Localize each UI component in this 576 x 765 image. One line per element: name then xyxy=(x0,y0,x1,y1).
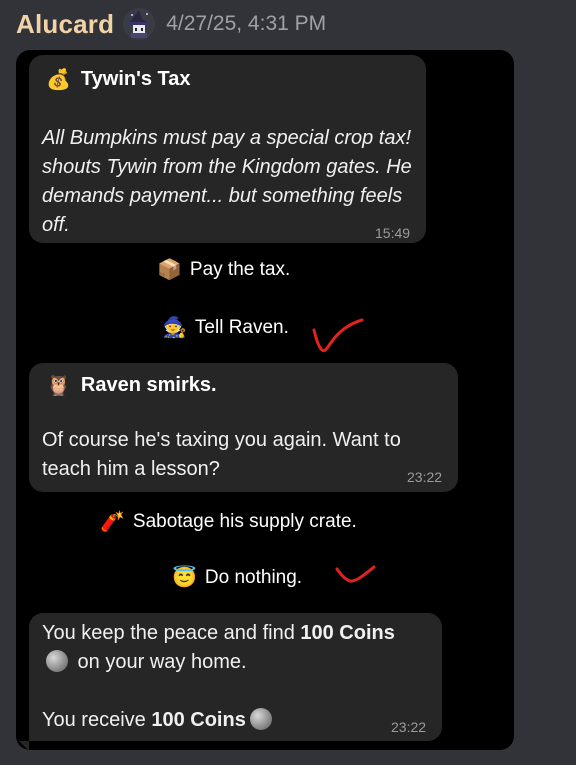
choice-pay-the-tax[interactable]: 📦 Pay the tax. xyxy=(157,257,290,282)
reward-text: You receive xyxy=(42,709,152,731)
checkmark-annotation-icon xyxy=(312,318,364,353)
coins-amount: 100 Coins xyxy=(151,709,246,731)
username[interactable]: Alucard xyxy=(16,9,114,40)
message-body: You keep the peace and find 100 Coins on… xyxy=(42,619,437,735)
message-title: 🦉 Raven smirks. xyxy=(46,373,217,398)
choice-label: Tell Raven. xyxy=(194,316,289,338)
message-body: Of course he's taxing you again. Want to… xyxy=(42,429,401,480)
message-time: 15:49 xyxy=(375,225,411,241)
coins-amount: 100 Coins xyxy=(300,622,395,644)
choice-do-nothing[interactable]: 😇 Do nothing. xyxy=(172,565,302,590)
choice-sabotage-supply-crate[interactable]: 🧨 Sabotage his supply crate. xyxy=(100,509,357,534)
witch-hat-avatar-icon[interactable] xyxy=(122,7,156,41)
embedded-chat-screenshot: 💰 Tywin's Tax All Bumpkins must pay a sp… xyxy=(16,50,514,751)
package-icon: 📦 xyxy=(157,259,182,281)
message-title-text: Raven smirks. xyxy=(80,374,217,396)
coin-icon xyxy=(46,650,68,672)
message-bubble-tywins-tax: 💰 Tywin's Tax All Bumpkins must pay a sp… xyxy=(29,55,426,243)
choice-label: Do nothing. xyxy=(204,566,303,588)
choice-tell-raven[interactable]: 🧙 Tell Raven. xyxy=(162,315,289,340)
coin-icon xyxy=(249,708,272,730)
reward-text: You keep the peace and find xyxy=(42,622,301,644)
message-bubble-raven-smirks: 🦉 Raven smirks. Of course he's taxing yo… xyxy=(29,363,458,492)
firecracker-icon: 🧨 xyxy=(100,511,125,533)
message-title-text: Tywin's Tax xyxy=(80,68,191,90)
checkmark-annotation-icon xyxy=(335,565,376,583)
choice-label: Pay the tax. xyxy=(189,258,291,280)
message-timestamp: 4/27/25, 4:31 PM xyxy=(166,12,327,35)
message-time: 23:22 xyxy=(407,469,443,485)
choice-label: Sabotage his supply crate. xyxy=(132,510,357,532)
halo-smiley-icon: 😇 xyxy=(172,567,197,589)
money-bag-icon: 💰 xyxy=(46,69,71,91)
owl-icon: 🦉 xyxy=(46,375,71,397)
message-title: 💰 Tywin's Tax xyxy=(46,67,191,92)
message-bubble-reward: You keep the peace and find 100 Coins on… xyxy=(29,613,442,741)
message-body: All Bumpkins must pay a special crop tax… xyxy=(42,127,412,236)
reward-text: on your way home. xyxy=(72,651,247,673)
message-time: 23:22 xyxy=(391,719,427,735)
message-header: Alucard 4/27/25, 4:31 PM xyxy=(16,6,326,42)
bubble-tail xyxy=(19,741,29,751)
mage-icon: 🧙 xyxy=(162,317,187,339)
